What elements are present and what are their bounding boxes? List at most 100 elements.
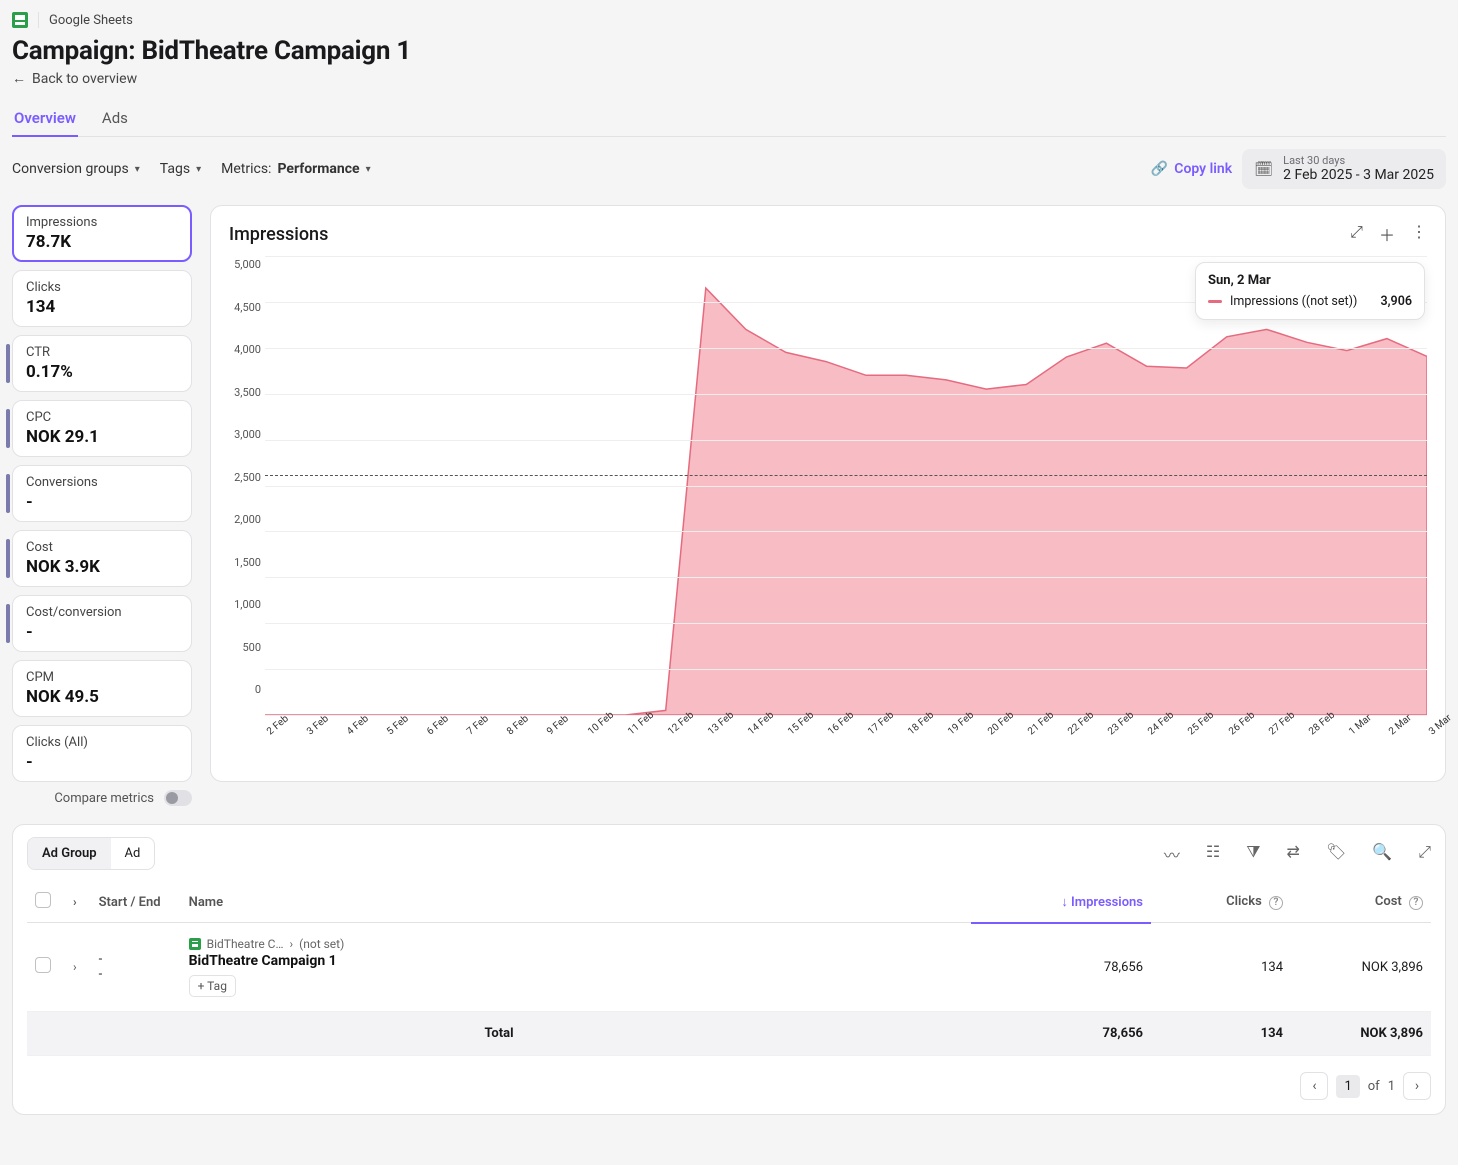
info-icon[interactable]: ? bbox=[1269, 896, 1283, 910]
table-icon[interactable]: ☷ bbox=[1206, 842, 1220, 866]
link-icon: 🔗 bbox=[1151, 161, 1168, 177]
compare-metrics-toggle[interactable] bbox=[164, 790, 192, 806]
next-page-button[interactable]: › bbox=[1403, 1072, 1431, 1100]
metric-indicator-bar bbox=[6, 604, 10, 643]
expand-icon[interactable]: ⤢ bbox=[1350, 222, 1363, 246]
col-clicks[interactable]: Clicks ? bbox=[1151, 882, 1291, 923]
x-tick: 2 Feb bbox=[265, 729, 272, 737]
metric-card-clicks[interactable]: Clicks134 bbox=[12, 270, 192, 327]
gridline bbox=[265, 623, 1427, 624]
series-color-swatch bbox=[1208, 300, 1222, 303]
chevron-down-icon: ▾ bbox=[135, 164, 140, 175]
prev-page-button[interactable]: ‹ bbox=[1300, 1072, 1328, 1100]
dd-label: Tags bbox=[160, 161, 190, 177]
metrics-dropdown[interactable]: Metrics: Performance ▾ bbox=[221, 161, 370, 177]
seg-ad[interactable]: Ad bbox=[111, 838, 155, 869]
y-tick: 3,500 bbox=[234, 386, 261, 399]
y-tick: 500 bbox=[242, 641, 261, 654]
metric-label: CTR bbox=[26, 345, 178, 360]
date-range-label: 2 Feb 2025 - 3 Mar 2025 bbox=[1283, 167, 1434, 183]
metric-card-cost[interactable]: CostNOK 3.9K bbox=[12, 530, 192, 587]
divider bbox=[38, 12, 39, 28]
cell-impressions: 78,656 bbox=[971, 923, 1151, 1012]
metric-indicator-bar bbox=[6, 539, 10, 578]
expand-table-icon[interactable]: ⤢ bbox=[1418, 842, 1431, 866]
y-tick: 3,000 bbox=[234, 428, 261, 441]
of-label: of bbox=[1368, 1079, 1380, 1094]
x-tick: 13 Feb bbox=[706, 729, 713, 737]
copy-link-button[interactable]: 🔗 Copy link bbox=[1151, 161, 1232, 177]
row-checkbox[interactable] bbox=[35, 957, 51, 973]
metric-value: 134 bbox=[26, 297, 178, 317]
x-tick: 11 Feb bbox=[626, 729, 633, 737]
x-tick: 21 Feb bbox=[1026, 729, 1033, 737]
y-tick: 4,000 bbox=[234, 343, 261, 356]
dd-value: Performance bbox=[277, 161, 359, 177]
tags-icon[interactable]: 🏷 bbox=[1326, 842, 1346, 866]
metric-label: CPM bbox=[26, 670, 178, 685]
metric-card-cpm[interactable]: CPMNOK 49.5 bbox=[12, 660, 192, 717]
row-start: - bbox=[99, 952, 173, 967]
col-start-end[interactable]: Start / End bbox=[91, 882, 181, 923]
metric-value: NOK 29.1 bbox=[26, 427, 178, 447]
metric-card-impressions[interactable]: Impressions78.7K bbox=[12, 205, 192, 262]
y-tick: 2,000 bbox=[234, 513, 261, 526]
table-row[interactable]: › - - BidTheatre C… › (not set) BidTheat… bbox=[27, 923, 1431, 1012]
back-to-overview-link[interactable]: ← Back to overview bbox=[12, 70, 137, 87]
compare-metrics-label: Compare metrics bbox=[54, 791, 154, 806]
gridline bbox=[265, 256, 1427, 257]
x-tick: 15 Feb bbox=[786, 729, 793, 737]
add-tag-button[interactable]: + Tag bbox=[189, 975, 236, 997]
metric-card-ctr[interactable]: CTR0.17% bbox=[12, 335, 192, 392]
col-cost[interactable]: Cost ? bbox=[1291, 882, 1431, 923]
seg-ad-group[interactable]: Ad Group bbox=[28, 838, 111, 869]
dd-label: Metrics: bbox=[221, 161, 271, 177]
row-name[interactable]: BidTheatre Campaign 1 bbox=[189, 953, 963, 969]
x-tick: 26 Feb bbox=[1227, 729, 1234, 737]
metric-card-cost-conversion[interactable]: Cost/conversion - bbox=[12, 595, 192, 652]
swap-icon[interactable]: ⇄ bbox=[1287, 842, 1300, 866]
row-expander[interactable]: › bbox=[67, 960, 83, 974]
trend-icon[interactable]: 〰 bbox=[1164, 842, 1180, 866]
tab-overview[interactable]: Overview bbox=[12, 101, 78, 137]
copy-link-label: Copy link bbox=[1174, 161, 1232, 177]
metric-card-conversions[interactable]: Conversions- bbox=[12, 465, 192, 522]
x-tick: 4 Feb bbox=[345, 729, 352, 737]
metric-value: - bbox=[26, 622, 178, 642]
x-tick: 14 Feb bbox=[746, 729, 753, 737]
x-tick: 2 Mar bbox=[1387, 729, 1394, 737]
col-expand[interactable]: › bbox=[59, 882, 91, 923]
tags-dropdown[interactable]: Tags ▾ bbox=[160, 161, 201, 177]
x-tick: 18 Feb bbox=[906, 729, 913, 737]
metric-card-cpc[interactable]: CPCNOK 29.1 bbox=[12, 400, 192, 457]
y-tick: 1,500 bbox=[234, 556, 261, 569]
col-impressions[interactable]: ↓ Impressions bbox=[971, 882, 1151, 923]
x-tick: 8 Feb bbox=[505, 729, 512, 737]
metric-label: Cost/conversion bbox=[26, 605, 178, 620]
add-icon[interactable]: ＋ bbox=[1379, 222, 1395, 246]
gridline bbox=[265, 577, 1427, 578]
y-tick: 2,500 bbox=[234, 471, 261, 484]
x-tick: 9 Feb bbox=[545, 729, 552, 737]
tab-bar: Overview Ads bbox=[12, 101, 1446, 137]
metric-label: Clicks (All) bbox=[26, 735, 178, 750]
kebab-menu-icon[interactable]: ⋮ bbox=[1411, 222, 1427, 246]
col-label: Clicks bbox=[1226, 894, 1262, 909]
x-tick: 7 Feb bbox=[465, 729, 472, 737]
filter-icon[interactable]: ⧩ bbox=[1246, 842, 1260, 866]
y-tick: 4,500 bbox=[234, 301, 261, 314]
metric-card-clicks-all-[interactable]: Clicks (All) - bbox=[12, 725, 192, 782]
table-segment: Ad Group Ad bbox=[27, 837, 155, 870]
col-name[interactable]: Name bbox=[181, 882, 971, 923]
x-tick: 6 Feb bbox=[425, 729, 432, 737]
date-range-picker[interactable]: 🗓 Last 30 days 2 Feb 2025 - 3 Mar 2025 bbox=[1242, 149, 1446, 189]
chevron-right-icon: › bbox=[290, 937, 294, 951]
col-checkbox[interactable] bbox=[27, 882, 59, 923]
metric-indicator-bar bbox=[6, 474, 10, 513]
conversion-groups-dropdown[interactable]: Conversion groups ▾ bbox=[12, 161, 140, 177]
search-icon[interactable]: 🔍 bbox=[1372, 842, 1392, 866]
tab-ads[interactable]: Ads bbox=[100, 101, 130, 136]
date-preset-label: Last 30 days bbox=[1283, 155, 1434, 167]
metric-value: - bbox=[26, 752, 178, 772]
info-icon[interactable]: ? bbox=[1409, 896, 1423, 910]
